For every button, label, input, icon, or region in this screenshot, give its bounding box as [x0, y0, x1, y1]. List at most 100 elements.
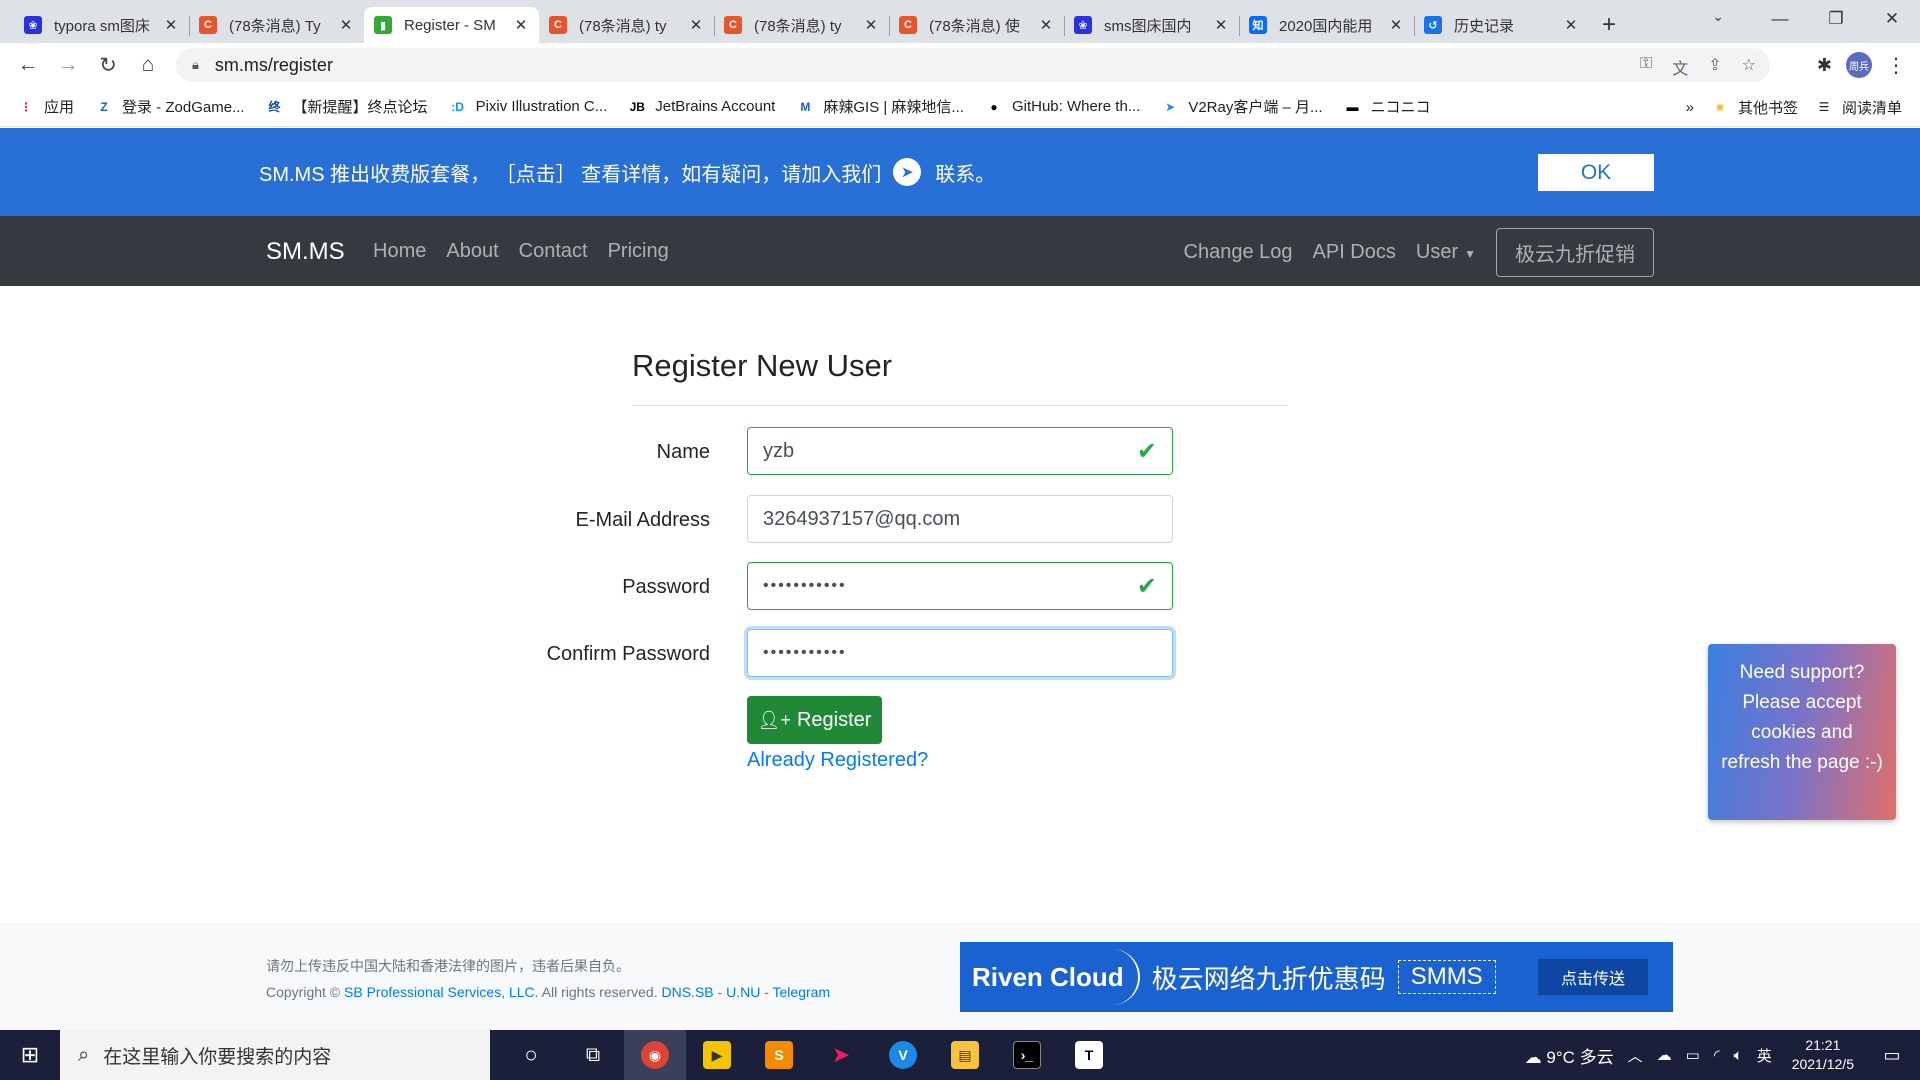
windows-start-icon[interactable]: ⊞: [0, 1030, 60, 1080]
v2ray-icon[interactable]: V: [872, 1030, 934, 1080]
nav-api-docs[interactable]: API Docs: [1313, 241, 1396, 264]
name-value: yzb: [763, 439, 795, 462]
bookmark-item[interactable]: 终【新提醒】终点论坛: [267, 96, 428, 117]
key-icon[interactable]: ⚿: [1640, 55, 1652, 79]
telegram-link[interactable]: Telegram: [773, 984, 831, 1000]
confirm-password-field[interactable]: •••••••••••: [747, 629, 1173, 677]
tab-search-icon[interactable]: ⌄: [1712, 8, 1724, 25]
bookmark-item[interactable]: ⋮ 应用: [18, 96, 74, 117]
nav-pricing[interactable]: Pricing: [608, 240, 669, 263]
tab-favicon-icon: C: [199, 16, 217, 34]
send-app-icon[interactable]: ➤: [810, 1030, 872, 1080]
tab-close-icon[interactable]: ✕: [163, 16, 179, 34]
browser-tab[interactable]: ❀ sms图床国内 ✕: [1064, 7, 1239, 43]
nav-change-log[interactable]: Change Log: [1184, 241, 1293, 264]
company-link[interactable]: SB Professional Services, LLC.: [344, 984, 539, 1000]
nav-about[interactable]: About: [446, 240, 498, 263]
restore-icon[interactable]: ❐: [1808, 0, 1864, 38]
tab-close-icon[interactable]: ✕: [1038, 16, 1054, 34]
chevron-up-icon[interactable]: ︿: [1628, 1045, 1643, 1066]
tab-close-icon[interactable]: ✕: [513, 16, 529, 34]
extensions-icon[interactable]: ✱: [1817, 55, 1832, 76]
notice-text[interactable]: SM.MS 推出收费版套餐， ［点击］ 查看详情，如有疑问，请加入我们: [259, 158, 881, 187]
bookmarks-more-button[interactable]: »: [1686, 99, 1694, 116]
site-brand[interactable]: SM.MS: [266, 238, 345, 266]
email-field[interactable]: 3264937157@qq.com: [747, 495, 1173, 543]
other-bookmarks[interactable]: ■ 其他书签: [1712, 97, 1798, 118]
onedrive-icon[interactable]: ☁: [1657, 1046, 1672, 1064]
bookmark-item[interactable]: Z 登录 - ZodGame...: [96, 96, 244, 117]
star-icon[interactable]: ☆: [1742, 55, 1756, 79]
bookmark-label: ニコニコ: [1370, 99, 1431, 116]
potplayer-icon[interactable]: ▶: [686, 1030, 748, 1080]
name-field[interactable]: yzb ✔: [747, 427, 1173, 475]
translate-icon[interactable]: 文: [1672, 55, 1688, 79]
browser-tab[interactable]: 知 2020国内能用 ✕: [1239, 7, 1414, 43]
tab-close-icon[interactable]: ✕: [338, 16, 354, 34]
browser-tab[interactable]: C (78条消息) 使 ✕: [889, 7, 1064, 43]
reading-list[interactable]: ☰ 阅读清单: [1816, 97, 1902, 118]
dnssb-link[interactable]: DNS.SB: [662, 984, 714, 1000]
notification-icon[interactable]: ▭: [1872, 1045, 1912, 1066]
tab-close-icon[interactable]: ✕: [1388, 16, 1404, 34]
volume-icon[interactable]: 🔈︎: [1734, 1047, 1743, 1064]
bookmark-item[interactable]: ➤ V2Ray客户端 – 月...: [1162, 96, 1322, 117]
sublime-icon[interactable]: S: [748, 1030, 810, 1080]
browser-tab[interactable]: ❀ typora sm图床 ✕: [14, 7, 189, 43]
lock-icon[interactable]: 🔒︎: [192, 57, 199, 73]
bookmark-label: 麻辣GIS | 麻辣地信...: [823, 99, 964, 116]
nav-user-dropdown[interactable]: User ▼: [1416, 241, 1476, 264]
browser-tab[interactable]: C (78条消息) ty ✕: [539, 7, 714, 43]
password-field[interactable]: ••••••••••• ✔: [747, 562, 1173, 610]
weather-widget[interactable]: ☁ 9°C 多云: [1525, 1043, 1614, 1068]
wifi-icon[interactable]: ◜: [1714, 1046, 1720, 1064]
tab-close-icon[interactable]: ✕: [688, 16, 704, 34]
bookmark-item[interactable]: M 麻辣GIS | 麻辣地信...: [797, 96, 964, 117]
file-explorer-icon[interactable]: ▤: [934, 1030, 996, 1080]
notice-ok-button[interactable]: OK: [1538, 154, 1654, 191]
share-icon[interactable]: ⇪: [1708, 55, 1721, 79]
browser-tab[interactable]: ↺ 历史记录 ✕: [1414, 7, 1589, 43]
avatar[interactable]: 周兵: [1846, 52, 1872, 78]
browser-tab[interactable]: ▮ Register - SM ✕: [364, 7, 539, 43]
terminal-icon[interactable]: ›_: [996, 1030, 1058, 1080]
clock[interactable]: 21:21 2021/12/5: [1792, 1036, 1854, 1074]
telegram-icon[interactable]: ➤: [893, 158, 922, 186]
tab-close-icon[interactable]: ✕: [1213, 16, 1229, 34]
tab-close-icon[interactable]: ✕: [863, 16, 879, 34]
nav-contact[interactable]: Contact: [519, 240, 588, 263]
reload-icon[interactable]: ↻: [88, 45, 128, 85]
promo-button[interactable]: 极云九折促销: [1496, 228, 1654, 277]
unu-link[interactable]: U.NU: [726, 984, 760, 1000]
minimize-icon[interactable]: —: [1752, 0, 1808, 38]
ime-indicator[interactable]: 英: [1757, 1045, 1772, 1066]
bookmark-item[interactable]: ● GitHub: Where th...: [986, 98, 1140, 115]
back-icon[interactable]: ←: [8, 45, 48, 85]
nav-home[interactable]: Home: [373, 240, 426, 263]
banner-button[interactable]: 点击传送: [1538, 959, 1648, 995]
menu-icon[interactable]: ⋮: [1886, 53, 1906, 78]
ad-banner[interactable]: Riven Cloud 极云网络九折优惠码 SMMS 点击传送: [960, 942, 1673, 1012]
typora-icon[interactable]: T: [1058, 1030, 1120, 1080]
battery-icon[interactable]: ▭: [1686, 1046, 1700, 1064]
close-window-icon[interactable]: ✕: [1864, 0, 1920, 38]
bookmark-item[interactable]: :D Pixiv Illustration C...: [450, 98, 607, 115]
chrome-icon[interactable]: ◉: [624, 1030, 686, 1080]
tab-close-icon[interactable]: ✕: [1563, 16, 1579, 34]
register-button[interactable]: 👤︎+ Register: [747, 696, 882, 744]
bookmark-item[interactable]: JB JetBrains Account: [629, 98, 776, 115]
browser-tab[interactable]: C (78条消息) Ty ✕: [189, 7, 364, 43]
already-registered-link[interactable]: Already Registered?: [747, 749, 928, 772]
task-view-icon[interactable]: ⧉: [562, 1030, 624, 1080]
address-bar[interactable]: 🔒︎ sm.ms/register ⚿ 文 ⇪ ☆: [176, 48, 1770, 82]
bookmark-item[interactable]: ▬ ニコニコ: [1345, 96, 1431, 117]
home-icon[interactable]: ⌂: [128, 45, 168, 85]
forward-icon[interactable]: →: [48, 45, 88, 85]
support-popup[interactable]: Need support? Please accept cookies and …: [1708, 644, 1896, 820]
browser-tab[interactable]: C (78条消息) ty ✕: [714, 7, 889, 43]
new-tab-button[interactable]: +: [1589, 7, 1629, 43]
tab-favicon-icon: C: [724, 16, 742, 34]
taskbar-search[interactable]: ⌕ 在这里输入你要搜索的内容: [60, 1030, 490, 1080]
bookmark-label: 【新提醒】终点论坛: [292, 99, 428, 116]
cortana-icon[interactable]: ○: [500, 1030, 562, 1080]
